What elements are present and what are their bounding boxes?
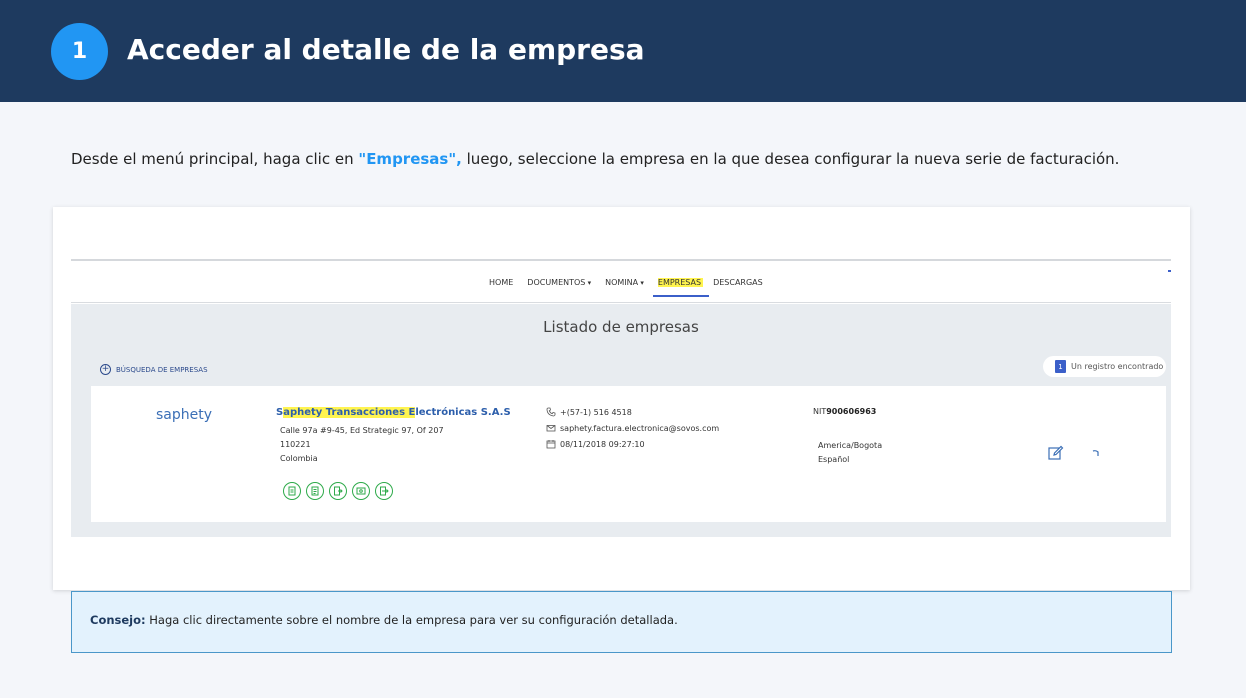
service-invoice-icon[interactable] <box>306 482 324 500</box>
plus-circle-icon: + <box>100 364 111 375</box>
email-text: saphety.factura.electronica@sovos.com <box>560 423 720 433</box>
page-header: 1 Acceder al detalle de la empresa <box>0 0 1246 102</box>
company-postal-code: 110221 <box>280 440 311 449</box>
nav-item-nomina[interactable]: NOMINA <box>605 278 644 287</box>
company-name-highlight: aphety Transacciones E <box>283 407 416 418</box>
edit-icon[interactable] <box>1048 445 1064 465</box>
nav-item-descargas[interactable]: DESCARGAS <box>713 278 763 287</box>
company-address: Calle 97a #9-45, Ed Strategic 97, Of 207 <box>280 426 444 435</box>
company-language: Español <box>818 455 850 464</box>
calendar-icon <box>546 440 556 449</box>
date-text: 08/11/2018 09:27:10 <box>560 439 645 449</box>
results-count-number: 1 <box>1055 360 1066 373</box>
nav-item-empresas[interactable]: EMPRESAS <box>652 278 710 297</box>
instruction-after: luego, seleccione la empresa en la que d… <box>461 150 1120 168</box>
company-card: saphety Saphety Transacciones Electrónic… <box>91 386 1166 522</box>
main-nav: HOME DOCUMENTOS NOMINA EMPRESAS DESCARGA… <box>71 262 1171 303</box>
service-payroll-icon[interactable] <box>352 482 370 500</box>
tip-box: Consejo: Haga clic directamente sobre el… <box>71 591 1172 653</box>
tip-label: Consejo: <box>90 613 146 627</box>
company-logo: saphety <box>156 407 213 423</box>
app-screenshot: HOME DOCUMENTOS NOMINA EMPRESAS DESCARGA… <box>53 207 1190 590</box>
results-count-text: Un registro encontrado <box>1071 362 1164 371</box>
instruction-highlight: "Empresas", <box>358 150 462 168</box>
search-toggle-label: BÚSQUEDA DE EMPRESAS <box>116 365 208 374</box>
list-title: Listado de empresas <box>543 318 699 336</box>
company-nit: NIT900606963 <box>813 407 876 416</box>
loading-spinner-icon <box>1091 444 1101 463</box>
nit-value: 900606963 <box>826 407 877 416</box>
company-name-suffix: lectrónicas S.A.S <box>415 407 511 418</box>
phone-icon <box>546 407 556 417</box>
company-search-toggle[interactable]: + BÚSQUEDA DE EMPRESAS <box>100 364 208 375</box>
nav-item-home[interactable]: HOME <box>489 278 513 287</box>
service-send-icon[interactable] <box>375 482 393 500</box>
service-export-icon[interactable] <box>329 482 347 500</box>
instruction-before: Desde el menú principal, haga clic en <box>71 150 359 168</box>
company-created-date: 08/11/2018 09:27:10 <box>546 439 645 449</box>
phone-text: +(57-1) 516 4518 <box>560 407 632 417</box>
company-timezone: America/Bogota <box>818 441 883 450</box>
nit-label: NIT <box>813 407 827 416</box>
instruction-text: Desde el menú principal, haga clic en "E… <box>71 150 1119 168</box>
company-country: Colombia <box>280 454 318 463</box>
company-list-panel: Listado de empresas + BÚSQUEDA DE EMPRES… <box>71 304 1171 537</box>
results-count-badge: 1 Un registro encontrado <box>1043 356 1166 377</box>
company-email: saphety.factura.electronica@sovos.com <box>546 423 719 433</box>
nav-indicator <box>1168 270 1171 272</box>
top-divider <box>71 259 1171 261</box>
nav-items: HOME DOCUMENTOS NOMINA EMPRESAS DESCARGA… <box>489 278 777 297</box>
company-name-link[interactable]: Saphety Transacciones Electrónicas S.A.S <box>276 407 511 418</box>
tip-text: Haga clic directamente sobre el nombre d… <box>145 613 678 627</box>
company-phone: +(57-1) 516 4518 <box>546 407 632 417</box>
step-number-badge: 1 <box>51 23 108 80</box>
service-icons <box>283 482 398 500</box>
nav-item-documentos[interactable]: DOCUMENTOS <box>527 278 591 287</box>
envelope-icon <box>546 425 556 432</box>
service-document-icon[interactable] <box>283 482 301 500</box>
page-title: Acceder al detalle de la empresa <box>127 33 645 66</box>
